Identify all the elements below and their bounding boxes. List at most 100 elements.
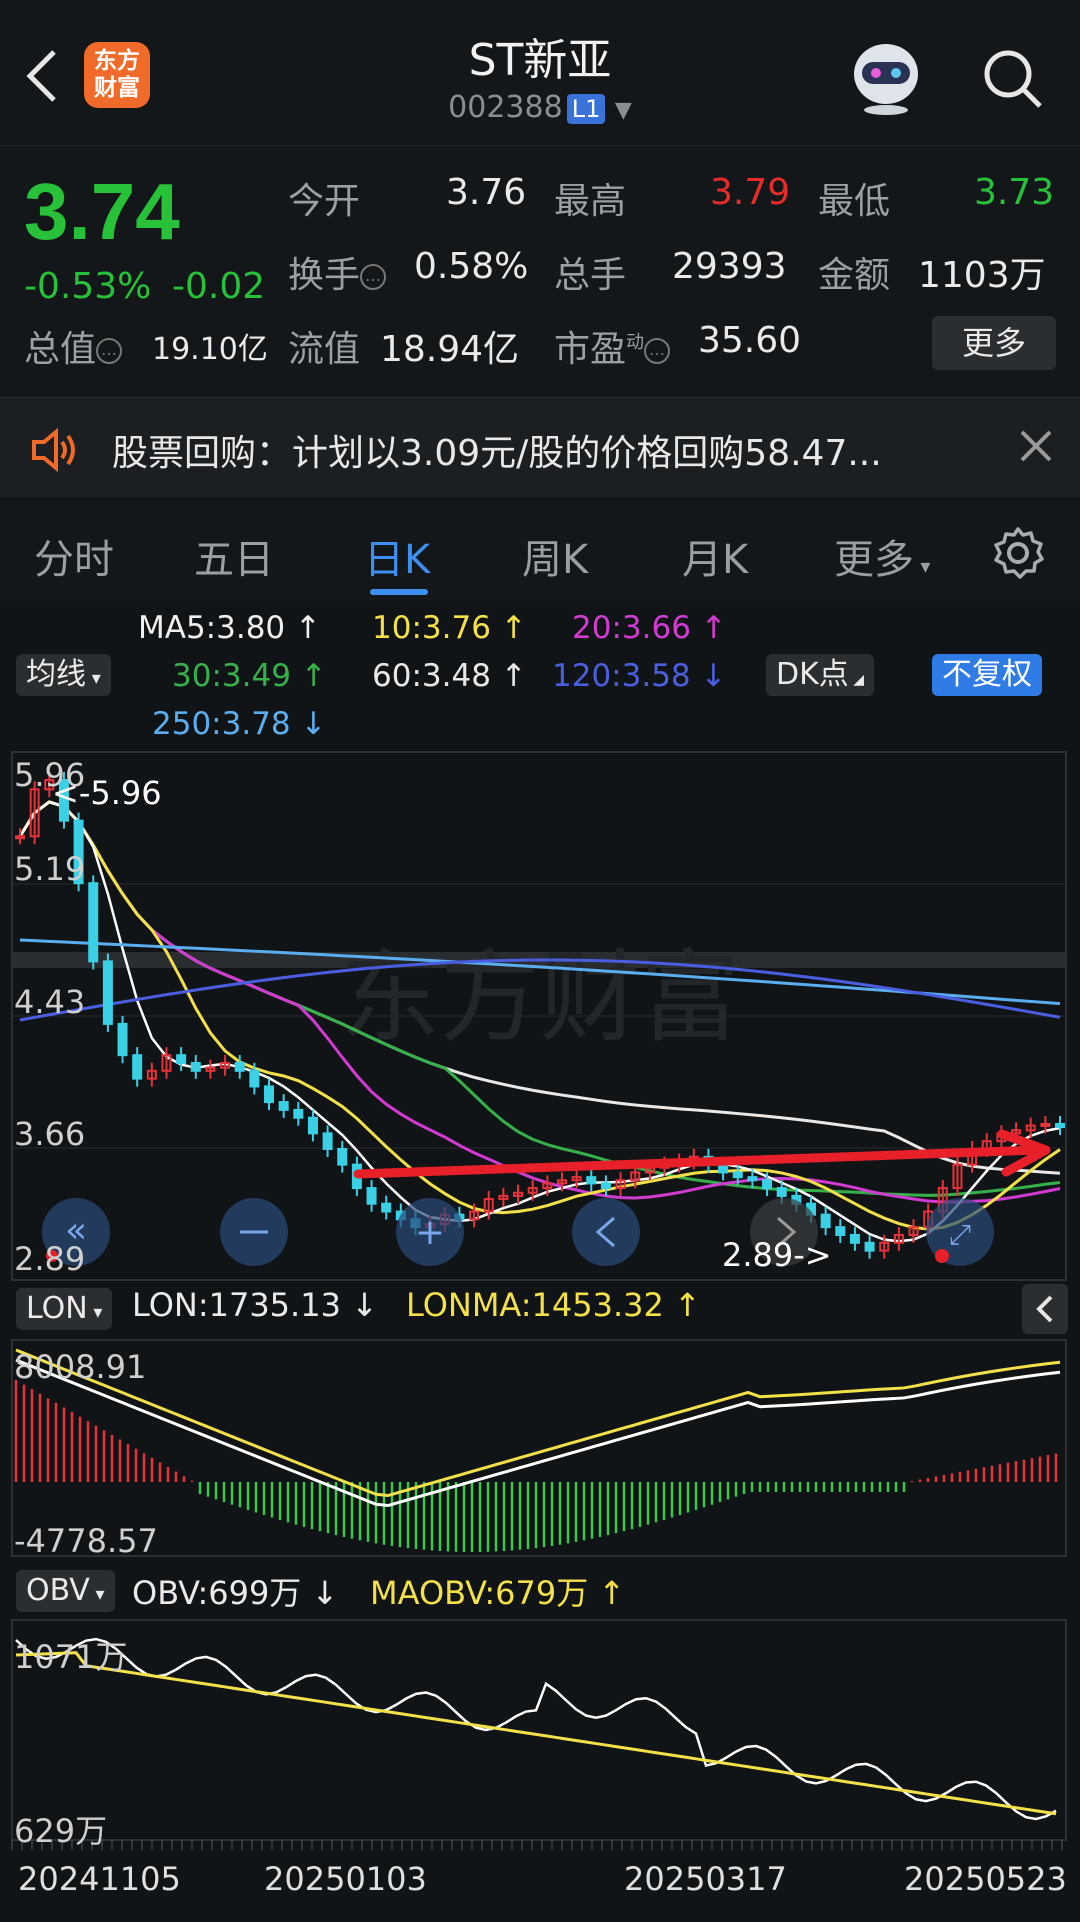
turnover-value: 0.58% (414, 246, 529, 287)
lon-axis-bottom: -4778.57 (14, 1522, 158, 1560)
open-value: 3.76 (446, 172, 527, 213)
lonma-value: LONMA:1453.32 ↑ (406, 1286, 701, 1324)
candle (366, 1187, 377, 1205)
ma5-label: MA5:3.80 ↑ (138, 610, 321, 646)
candle (337, 1147, 348, 1166)
low-label: 最低 (818, 181, 891, 222)
float-cap-label: 流值 (288, 329, 361, 370)
tab-five-day[interactable]: 五日 (194, 527, 274, 585)
candle (718, 1163, 729, 1174)
ma250-label: 250:3.78 ↓ (152, 706, 327, 742)
tab-more[interactable]: 更多 ▾ (834, 527, 930, 585)
candle (762, 1179, 773, 1190)
lon-value: LON:1735.13 ↓ (132, 1286, 378, 1324)
candle (278, 1101, 289, 1111)
date-label: 20250317 (624, 1860, 787, 1898)
candle (15, 835, 25, 840)
candle (835, 1226, 846, 1236)
candle (849, 1233, 860, 1244)
obv-axis-top: 1071万 (14, 1638, 128, 1676)
candle (307, 1116, 318, 1135)
amount-label: 金额 (818, 255, 891, 296)
chevron-left-icon (1036, 1295, 1053, 1323)
gear-icon[interactable] (990, 525, 1046, 581)
pe-value: 35.60 (698, 320, 802, 361)
market-cap-label[interactable]: 总值… (24, 320, 123, 372)
low-marker: 2.89-> (722, 1236, 832, 1274)
candle (234, 1061, 245, 1072)
more-button[interactable]: 更多 (932, 316, 1056, 370)
date-label: 20250523 (904, 1860, 1067, 1898)
robot-assistant-icon[interactable] (846, 34, 926, 116)
maobv-line (15, 1651, 1057, 1816)
obv-value: OBV:699万 ↓ (132, 1574, 339, 1612)
tab-daily-k[interactable]: 日K (364, 527, 430, 585)
speaker-icon (32, 427, 75, 473)
adjust-mode-button[interactable]: 不复权 (932, 654, 1042, 696)
plus-icon: + (415, 1212, 445, 1253)
ma120-label: 120:3.58 ↓ (552, 658, 727, 694)
tab-intraday[interactable]: 分时 (34, 527, 114, 585)
expand-icon: ⤢ (949, 1218, 971, 1251)
dk-point-toggle[interactable]: DK点 ◢ (766, 654, 874, 696)
candle (864, 1241, 875, 1252)
price-axis-label: 4.43 (14, 983, 86, 1021)
candle (776, 1187, 787, 1197)
ma10-label: 10:3.76 ↑ (372, 610, 527, 646)
market-cap-value: 19.10亿 (152, 332, 268, 367)
high-marker: <-5.96 (52, 774, 162, 812)
close-icon[interactable] (1016, 426, 1056, 466)
open-label: 今开 (288, 181, 361, 222)
candle (176, 1054, 187, 1064)
candle (586, 1176, 597, 1185)
obv-selector[interactable]: OBV ▾ (16, 1570, 115, 1612)
info-icon: … (360, 264, 387, 290)
level-badge: L1 (566, 94, 606, 124)
candle (102, 960, 113, 1025)
candle (1055, 1122, 1065, 1129)
float-cap-value: 18.94亿 (380, 329, 520, 370)
high-label: 最高 (554, 181, 627, 222)
pe-label[interactable]: 市盈动… (554, 320, 671, 372)
tab-weekly-k[interactable]: 周K (522, 527, 588, 585)
ma-selector[interactable]: 均线 ▾ (16, 654, 111, 696)
quote-panel: 3.74 -0.53% -0.02 今开 3.76 最高 3.79 最低 3.7… (0, 145, 1080, 397)
caret-down-icon: ▾ (914, 554, 931, 578)
obv-axis-bottom: 629万 (14, 1812, 108, 1850)
date-label: 20250103 (264, 1860, 427, 1898)
price-axis-label: 5.19 (14, 850, 86, 888)
chevron-down-icon: ▼ (614, 98, 632, 123)
current-price: 3.74 (24, 167, 180, 256)
obv-panel-frame (11, 1619, 1067, 1841)
amount-value: 1103万 (918, 255, 1046, 296)
caret-down-icon: ▾ (86, 668, 101, 689)
caret-down-icon: ▾ (89, 1584, 105, 1605)
notice-text: 股票回购：计划以3.09元/股的价格回购58.47... (112, 433, 882, 474)
signal-dot (935, 1249, 949, 1263)
candle (264, 1085, 275, 1104)
scroll-left-button[interactable] (572, 1198, 640, 1266)
buyback-notice[interactable]: 股票回购：计划以3.09元/股的价格回购58.47... (0, 397, 1080, 497)
tab-monthly-k[interactable]: 月K (682, 527, 748, 585)
low-value: 3.73 (974, 172, 1055, 213)
corner-triangle-icon: ◢ (848, 672, 864, 688)
change-percent: -0.53% (24, 266, 152, 307)
price-axis-label: 2.89 (14, 1240, 86, 1278)
turnover-label[interactable]: 换手… (288, 246, 387, 298)
search-icon[interactable] (980, 46, 1046, 112)
candle (381, 1202, 392, 1213)
candle (293, 1108, 304, 1119)
candle (820, 1213, 831, 1229)
watermark-text: 东方财富 (340, 939, 740, 1056)
candle (1040, 1122, 1051, 1127)
collapse-panel-button[interactable] (1022, 1284, 1068, 1334)
ma30-label: 30:3.49 ↑ (172, 658, 327, 694)
ma60-label: 60:3.48 ↑ (372, 658, 527, 694)
maobv-value: MAOBV:679万 ↑ (370, 1574, 626, 1612)
info-icon: … (96, 338, 123, 364)
lon-selector[interactable]: LON ▾ (16, 1288, 113, 1330)
active-tab-indicator (370, 589, 428, 595)
stock-code: 002388 (448, 90, 563, 125)
volume-value: 29393 (672, 246, 787, 287)
lon-axis-top: 8008.91 (14, 1348, 147, 1386)
